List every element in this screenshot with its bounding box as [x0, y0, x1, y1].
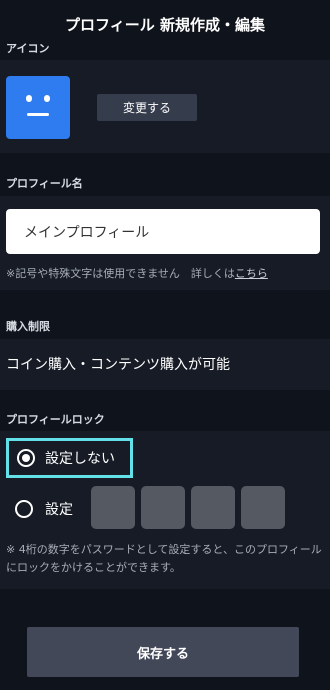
- radio-no-lock[interactable]: 設定しない: [6, 438, 133, 478]
- pin-digit-2[interactable]: [141, 486, 185, 529]
- radio-checked-icon: [17, 449, 35, 467]
- radio-set-lock[interactable]: 設定: [6, 498, 73, 520]
- lock-note: ※ 4桁の数字をパスワードとして設定すると、このプロフィールにロックをかけること…: [6, 543, 322, 574]
- details-link[interactable]: こちら: [235, 267, 268, 280]
- radio-set-lock-label: 設定: [45, 502, 73, 518]
- profile-lock-label: プロフィールロック: [0, 409, 330, 431]
- avatar: [6, 76, 70, 139]
- smiley-eye-icon: [44, 95, 50, 102]
- smiley-face-icon: [26, 95, 32, 102]
- profile-name-value: メインプロフィール: [24, 224, 150, 241]
- profile-name-label: プロフィール名: [0, 173, 330, 195]
- pin-digit-4[interactable]: [241, 486, 285, 529]
- save-button[interactable]: 保存する: [27, 627, 299, 677]
- pin-digit-3[interactable]: [191, 486, 235, 529]
- radio-no-lock-label: 設定しない: [45, 451, 115, 467]
- icon-section-label: アイコン: [0, 38, 330, 60]
- name-note: ※記号や特殊文字は使用できません 詳しくはこちら: [6, 265, 268, 281]
- profile-name-input[interactable]: メインプロフィール: [6, 209, 320, 254]
- radio-unchecked-icon: [15, 500, 33, 518]
- smiley-mouth-icon: [27, 113, 49, 116]
- purchase-limit-value: コイン購入・コンテンツ購入が可能: [6, 357, 230, 373]
- name-note-text: ※記号や特殊文字は使用できません 詳しくは: [6, 267, 235, 280]
- purchase-limit-label: 購入制限: [0, 316, 330, 338]
- pin-digit-1[interactable]: [91, 486, 135, 529]
- change-icon-button[interactable]: 変更する: [97, 94, 197, 121]
